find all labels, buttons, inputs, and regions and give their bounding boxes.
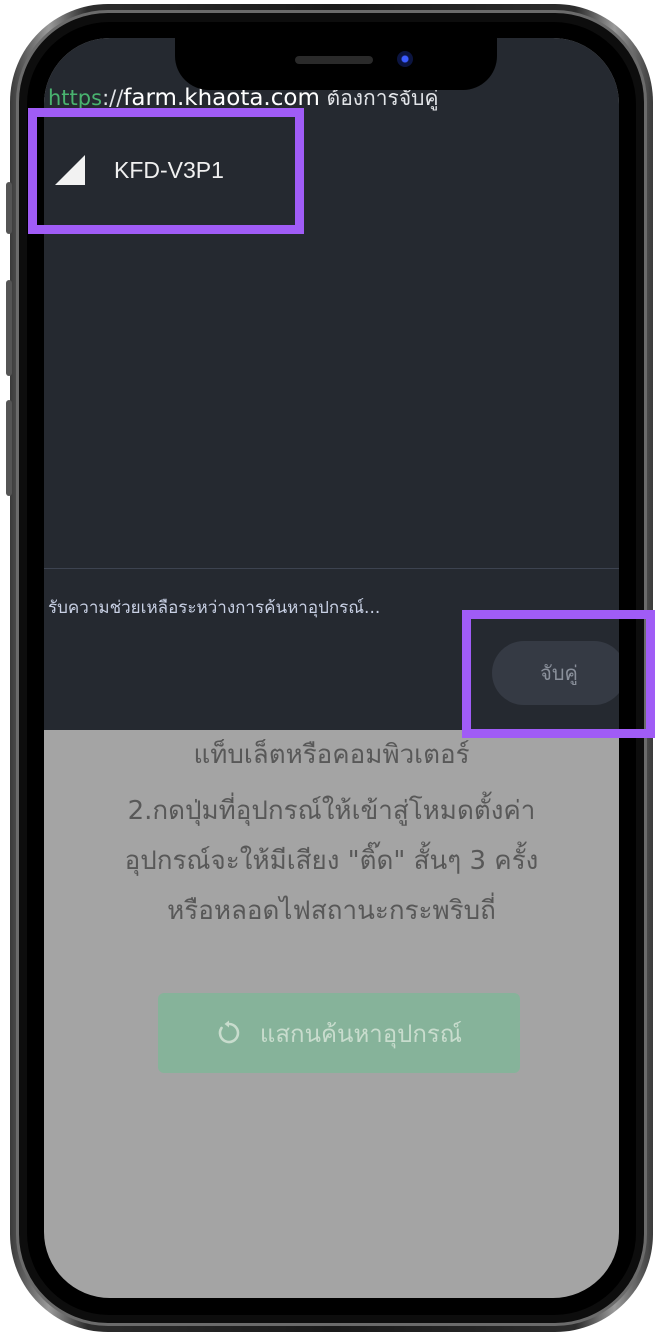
help-link[interactable]: รับความช่วยเหลือระหว่างการค้นหาอุปกรณ์..… — [48, 594, 380, 621]
front-camera-icon — [397, 51, 413, 67]
instruction-line: อุปกรณ์จะให้มีเสียง "ติ๊ด" สั้นๆ 3 ครั้ง — [124, 846, 539, 876]
scan-button-label: แสกนค้นหาอุปกรณ์ — [259, 1019, 463, 1048]
refresh-icon — [216, 1020, 242, 1046]
highlight-box-device — [28, 108, 304, 234]
instruction-line: แท็บเล็ตหรือคอมพิวเตอร์ — [193, 740, 470, 770]
phone-mockup-stage: แท็บเล็ตหรือคอมพิวเตอร์ 2.กดปุ่มที่อุปกร… — [0, 0, 662, 1335]
mute-switch — [6, 182, 12, 234]
title-scheme: https — [48, 86, 103, 110]
instruction-line: 2.กดปุ่มที่อุปกรณ์ให้เข้าสู่โหมดตั้งค่า — [127, 796, 536, 826]
earpiece-speaker — [295, 56, 373, 64]
instruction-line: หรือหลอดไฟสถานะกระพริบถี่ — [167, 896, 496, 926]
title-separator: :// — [102, 86, 124, 110]
volume-up-button — [6, 280, 12, 376]
phone-notch — [175, 38, 497, 90]
highlight-box-pair-button — [462, 610, 655, 738]
dialog-divider — [44, 568, 619, 569]
scan-devices-button[interactable]: แสกนค้นหาอุปกรณ์ — [158, 993, 520, 1073]
volume-down-button — [6, 400, 12, 496]
